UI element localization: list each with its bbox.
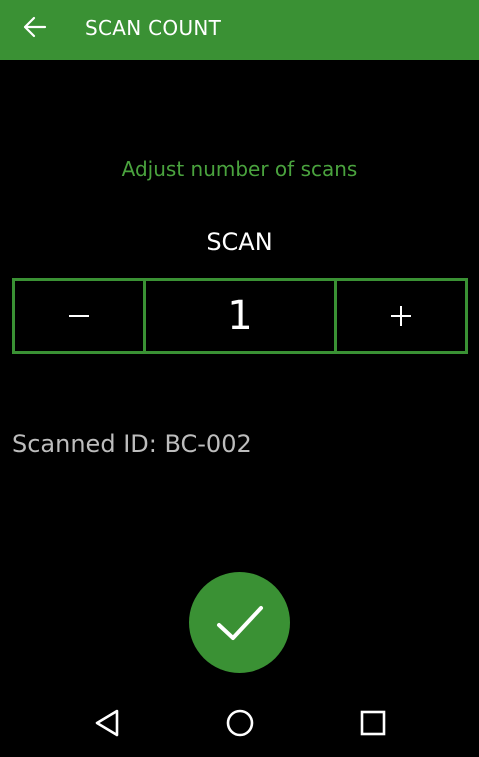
system-nav-bar <box>0 690 479 757</box>
scan-count-screen: SCAN COUNT Adjust number of scans SCAN 1… <box>0 0 479 757</box>
page-title: SCAN COUNT <box>85 16 222 40</box>
adjust-hint-text: Adjust number of scans <box>121 157 358 181</box>
nav-home-button[interactable] <box>220 705 260 741</box>
triangle-back-icon <box>95 709 119 737</box>
nav-back-button[interactable] <box>87 705 127 741</box>
back-button[interactable] <box>18 10 52 44</box>
circle-home-icon <box>226 709 254 737</box>
scanned-id-text: Scanned ID: BC-002 <box>12 430 252 458</box>
minus-icon <box>69 315 89 317</box>
stepper-label: SCAN <box>206 228 273 256</box>
nav-recents-button[interactable] <box>353 705 393 741</box>
app-bar: SCAN COUNT <box>0 0 479 60</box>
confirm-button[interactable] <box>189 572 290 673</box>
scan-count-stepper: 1 <box>12 278 468 354</box>
square-recents-icon <box>360 710 386 736</box>
scan-count-value: 1 <box>143 281 337 351</box>
increment-button[interactable] <box>337 281 465 351</box>
check-icon <box>216 605 263 640</box>
decrement-button[interactable] <box>15 281 143 351</box>
arrow-left-icon <box>23 16 47 38</box>
plus-icon <box>391 306 411 326</box>
